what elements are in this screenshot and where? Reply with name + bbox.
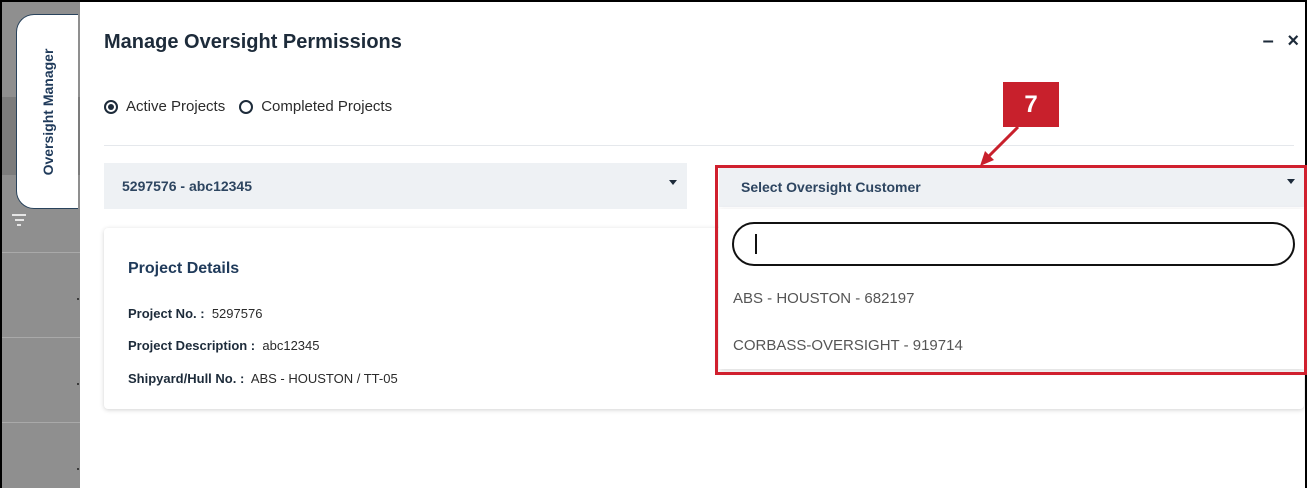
- project-select-value: 5297576 - abc12345: [122, 178, 252, 194]
- project-details-title: Project Details: [128, 260, 240, 277]
- project-select[interactable]: 5297576 - abc12345: [104, 163, 687, 209]
- window-controls: – ×: [1255, 30, 1299, 53]
- background-row-divider: [2, 422, 80, 423]
- active-projects-radio[interactable]: [104, 99, 118, 114]
- detail-row-project-no: Project No. : 5297576: [128, 306, 263, 321]
- active-projects-label[interactable]: Active Projects: [126, 98, 225, 115]
- background-text-fragment: [77, 298, 79, 300]
- detail-row-project-description: Project Description : abc12345: [128, 338, 320, 353]
- completed-projects-label[interactable]: Completed Projects: [261, 98, 392, 115]
- minimize-button[interactable]: –: [1263, 30, 1274, 52]
- oversight-manager-tab-label: Oversight Manager: [40, 48, 56, 176]
- divider: [104, 145, 1294, 146]
- filter-icon: [12, 214, 26, 226]
- detail-row-shipyard-hull: Shipyard/Hull No. : ABS - HOUSTON / TT-0…: [128, 371, 398, 386]
- page-title: Manage Oversight Permissions: [104, 31, 402, 53]
- annotation-step-badge: 7: [1003, 82, 1059, 127]
- background-row-divider: [2, 337, 80, 338]
- close-button[interactable]: ×: [1287, 30, 1299, 52]
- annotation-highlight-box: [715, 165, 1307, 375]
- completed-projects-radio[interactable]: [239, 99, 254, 114]
- background-row-divider: [2, 252, 80, 253]
- background-text-fragment: [77, 468, 79, 470]
- chevron-down-icon: [669, 180, 677, 185]
- background-text-fragment: [77, 383, 79, 385]
- project-status-radio-group: Active Projects Completed Projects: [104, 98, 406, 115]
